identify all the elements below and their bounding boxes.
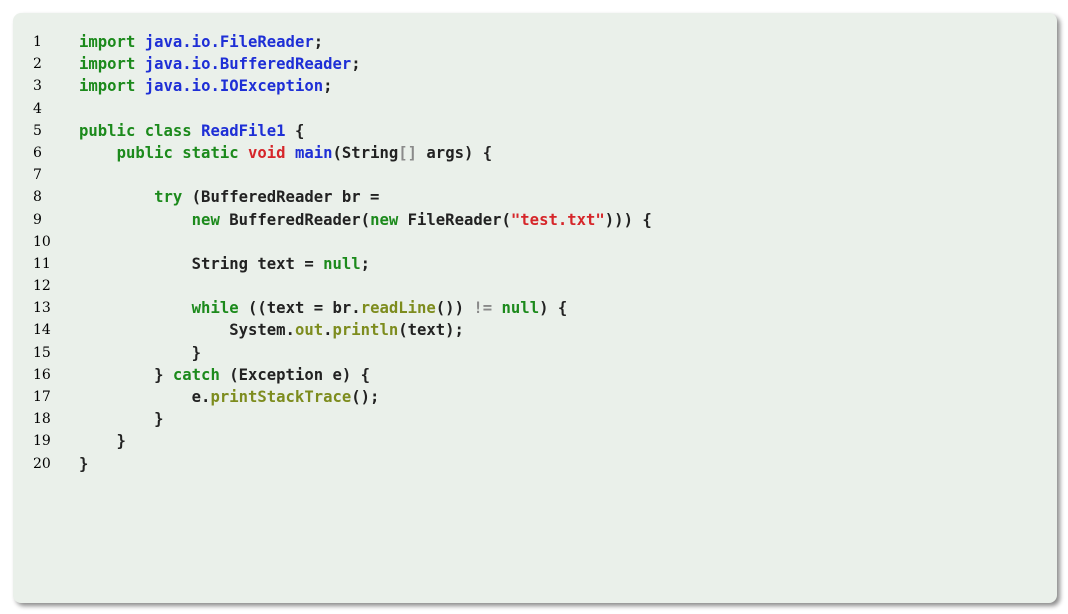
- code-token: java.io.FileReader: [144, 33, 314, 51]
- code-token: ;: [360, 254, 371, 273]
- code-token: null: [323, 254, 361, 273]
- code-token: try: [154, 188, 183, 207]
- line-code: }: [79, 342, 201, 364]
- line-code: import java.io.FileReader;: [79, 31, 323, 53]
- line-code: e.printStackTrace();: [79, 386, 380, 408]
- code-token: new: [370, 210, 399, 229]
- code-token: ;: [351, 55, 361, 74]
- code-token: println: [332, 321, 399, 340]
- line-number: 17: [33, 389, 51, 405]
- line-code: import java.io.IOException;: [79, 75, 333, 97]
- code-token: ))) {: [604, 210, 652, 229]
- line-number: 10: [33, 233, 51, 250]
- line-number: 1: [33, 34, 42, 50]
- code-token: while: [191, 299, 239, 318]
- code-token: String text =: [79, 254, 324, 273]
- code-token: main: [294, 143, 333, 162]
- code-token: new: [191, 210, 220, 229]
- code-token: ;: [323, 77, 333, 96]
- code-token: import: [79, 55, 136, 74]
- code-token: void: [248, 143, 286, 162]
- line-number: 15: [33, 344, 51, 361]
- line-number: 16: [33, 366, 51, 383]
- code-token: java.io.IOException: [144, 77, 324, 96]
- code-token: "test.txt": [510, 210, 605, 229]
- code-token: []: [398, 143, 418, 162]
- line-number: 2: [33, 56, 42, 73]
- line-number: 5: [33, 122, 42, 139]
- code-token: public class: [79, 121, 192, 140]
- line-code: new BufferedReader(new FileReader("test.…: [79, 209, 652, 231]
- line-code: }: [79, 408, 164, 430]
- line-code: import java.io.BufferedReader;: [79, 53, 361, 75]
- code-token: }: [79, 410, 164, 429]
- line-number: 11: [33, 255, 51, 272]
- code-token: (String: [332, 143, 399, 162]
- code-token: import: [79, 33, 136, 51]
- line-number: 3: [33, 78, 42, 95]
- code-token: java.io.BufferedReader: [144, 55, 352, 74]
- line-number: 14: [33, 322, 51, 339]
- code-token: }: [79, 365, 173, 384]
- code-token: e.: [79, 388, 211, 406]
- line-code: System.out.println(text);: [79, 319, 464, 341]
- code-token: FileReader(: [398, 210, 511, 229]
- line-number: 18: [33, 411, 51, 428]
- line-number: 4: [33, 100, 42, 117]
- code-token: readLine: [360, 299, 436, 318]
- code-token: (Exception e) {: [219, 365, 371, 384]
- line-number: 6: [33, 144, 42, 161]
- code-token: printStackTrace: [210, 388, 352, 406]
- line-code: }: [79, 453, 88, 475]
- line-code: }: [79, 430, 126, 452]
- code-token: catch: [172, 365, 220, 384]
- code-token: ((text = br.: [238, 299, 361, 318]
- line-code: while ((text = br.readLine()) != null) {: [79, 297, 568, 319]
- code-token: out: [294, 321, 324, 340]
- line-number: 8: [33, 189, 42, 206]
- code-token: (BufferedReader br =: [182, 188, 380, 207]
- line-number: 7: [33, 167, 42, 184]
- code-token: (text);: [398, 321, 464, 340]
- code-token: System.: [79, 321, 295, 340]
- line-number: 19: [33, 433, 51, 450]
- code-token: .: [323, 321, 333, 340]
- code-token: ReadFile1: [201, 121, 286, 140]
- code-token: {: [285, 121, 305, 140]
- code-token: !=: [473, 299, 493, 318]
- line-number: 12: [33, 278, 51, 295]
- code-token: ()): [435, 299, 474, 318]
- line-code: public class ReadFile1 {: [79, 120, 304, 142]
- line-code: public static void main(String[] args) {: [79, 142, 493, 164]
- line-number: 20: [33, 455, 51, 472]
- code-listing: 1 import java.io.FileReader; 2 import java.…: [13, 13, 1057, 603]
- code-token: }: [79, 454, 89, 473]
- line-code: String text = null;: [79, 253, 370, 275]
- line-code: try (BufferedReader br =: [79, 186, 379, 208]
- code-token: import: [79, 77, 136, 96]
- code-token: BufferedReader(: [219, 210, 371, 229]
- code-token: null: [501, 299, 540, 318]
- line-code: } catch (Exception e) {: [79, 364, 370, 386]
- code-token: public static: [116, 143, 239, 162]
- code-token: ;: [313, 33, 324, 51]
- code-token: ) {: [539, 299, 568, 318]
- code-token: ();: [351, 388, 380, 406]
- line-number: 13: [33, 300, 51, 317]
- code-token: args) {: [417, 143, 493, 162]
- code-token: }: [79, 432, 126, 451]
- code-token: }: [79, 343, 202, 362]
- line-number: 9: [33, 211, 42, 228]
